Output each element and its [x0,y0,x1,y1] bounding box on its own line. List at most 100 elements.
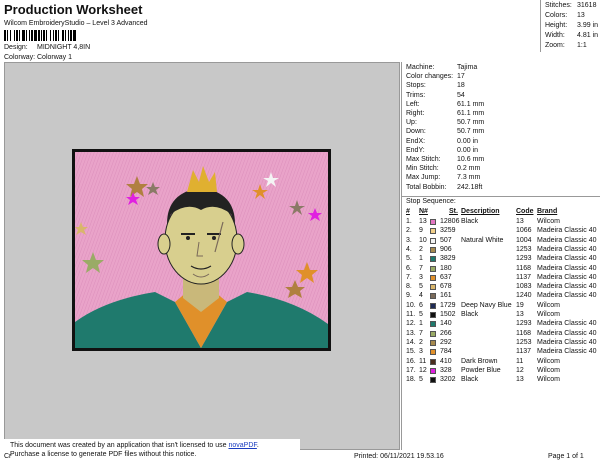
color-swatch [430,377,436,384]
stop-sequence-row: 14. 2 292 1253 Madeira Classic 40 [402,339,600,348]
info-label: Color changes: [406,73,454,81]
cell-code: 1168 [516,329,532,337]
info-label: Min Stitch: [406,165,439,173]
stop-sequence-row: 10. 6 1729 Deep Navy Blue 19 Wilcom [402,302,600,311]
stop-sequence-row: 12. 1 140 1293 Madeira Classic 40 [402,320,600,329]
info-label: EndY: [406,146,425,154]
cell-n: 13 [419,218,427,225]
info-value: 61.1 mm [457,110,485,117]
info-value: 10.6 mm [457,156,485,163]
cell-code: 1293 [516,320,532,328]
stop-sequence-header: # N# St. Description Code Brand [402,208,600,217]
color-swatch [430,349,436,356]
cell-code: 12 [516,366,524,374]
cell-num: 8. [406,283,412,291]
cell-brand: Wilcom [537,357,560,365]
footer-left: Cr [4,453,12,460]
stop-sequence-row: 1. 13 12806 Black 13 Wilcom [402,218,600,227]
stop-sequence-row: 8. 5 678 1083 Madeira Classic 40 [402,283,600,292]
machine-info-row: Max Jump: 7.3 mm [406,174,480,183]
page-number: Page 1 of 1 [548,453,584,460]
stop-sequence-row: 5. 1 3829 1293 Madeira Classic 40 [402,255,600,264]
col-description: Description [461,208,500,215]
stat-height: Height: 3.99 in [545,22,599,29]
stat-stitches: Stitches: 31618 [545,2,597,9]
stop-sequence-row: 7. 3 637 1137 Madeira Classic 40 [402,274,600,283]
machine-info-row: Up: 50.7 mm [406,119,484,128]
col-code: Code [516,208,534,215]
colorway-label: Colorway: [4,54,36,61]
color-swatch [430,228,436,235]
cell-num: 14. [406,338,416,346]
info-value: 50.7 mm [457,119,485,127]
cell-st: 161 [440,292,452,300]
cell-brand: Madeira Classic 40 [537,245,597,253]
barcode [4,30,128,41]
printed-timestamp: Printed: 06/11/2021 19.53.16 [354,453,444,460]
color-swatch [430,219,436,225]
info-label: Trims: [406,91,426,99]
colorway-row: Colorway: Colorway 1 [4,54,72,61]
design-stats: Stitches: 31618 Colors: 13 Height: 3.99 in … [540,0,600,52]
cell-n: 3 [419,273,423,281]
cell-brand: Madeira Classic 40 [537,348,597,356]
cell-num: 12. [406,320,416,328]
color-swatch [430,284,436,291]
cell-code: 19 [516,301,524,309]
cell-brand: Madeira Classic 40 [537,273,597,281]
cell-num: 2. [406,227,412,235]
info-value: 0.00 in [457,146,479,154]
cell-n: 11 [419,357,427,365]
cell-description: Black [461,376,479,384]
stop-sequence-row: 9. 4 161 1240 Madeira Classic 40 [402,292,600,301]
cell-code: 1240 [516,292,532,300]
info-label: Left: [406,100,420,108]
cell-n: 5 [419,311,423,318]
cell-num: 5. [406,255,412,263]
cell-n: 3 [419,348,423,356]
color-swatch [430,321,436,328]
cell-brand: Wilcom [537,218,560,225]
info-label: Total Bobbin: [406,183,447,191]
cell-description: Black [461,218,479,225]
cell-code: 1137 [516,273,532,281]
cell-n: 7 [419,329,423,337]
color-swatch [430,293,436,300]
color-swatch [430,367,436,374]
info-value: 7.3 mm [457,174,481,182]
cell-num: 10. [406,301,416,309]
machine-info-row: Max Stitch: 10.6 mm [406,156,484,165]
cell-num: 1. [406,218,412,225]
info-value: 50.7 mm [457,128,485,136]
cell-brand: Madeira Classic 40 [537,292,597,300]
stop-sequence-row: 13. 7 266 1168 Madeira Classic 40 [402,330,600,339]
info-label: Right: [406,110,425,117]
cell-code: 13 [516,218,524,225]
machine-info-panel: Machine: Tajima Color changes: 17 Stops: 18 Tr… [401,62,600,450]
cell-st: 784 [440,348,452,356]
stop-sequence-title: Stop Sequence: [406,198,456,205]
novapdf-link[interactable]: novaPDF [228,442,256,449]
cell-brand: Wilcom [537,376,560,384]
cell-brand: Madeira Classic 40 [537,255,597,263]
machine-info-row: EndX: 0.00 in [406,138,478,147]
cell-num: 9. [406,292,412,300]
machine-info-row: Right: 61.1 mm [406,110,484,119]
cell-num: 11. [406,311,416,318]
cell-n: 10 [419,236,427,244]
cell-brand: Madeira Classic 40 [537,236,597,244]
cell-n: 1 [419,320,423,328]
cell-code: 1293 [516,255,532,263]
machine-info-row: EndY: 0.00 in [406,146,478,156]
cell-brand: Wilcom [537,311,560,318]
cell-st: 140 [440,320,452,328]
cell-code: 1083 [516,283,532,291]
cell-n: 2 [419,338,423,346]
info-label: Machine: [406,64,435,71]
cell-n: 4 [419,292,423,300]
color-swatch [430,302,436,309]
stop-sequence-row: 6. 7 180 1168 Madeira Classic 40 [402,265,600,274]
stop-sequence-row: 2. 9 3259 1066 Madeira Classic 40 [402,227,600,236]
design-value: MIDNIGHT 4,8IN [37,44,91,51]
cell-brand: Madeira Classic 40 [537,338,597,346]
